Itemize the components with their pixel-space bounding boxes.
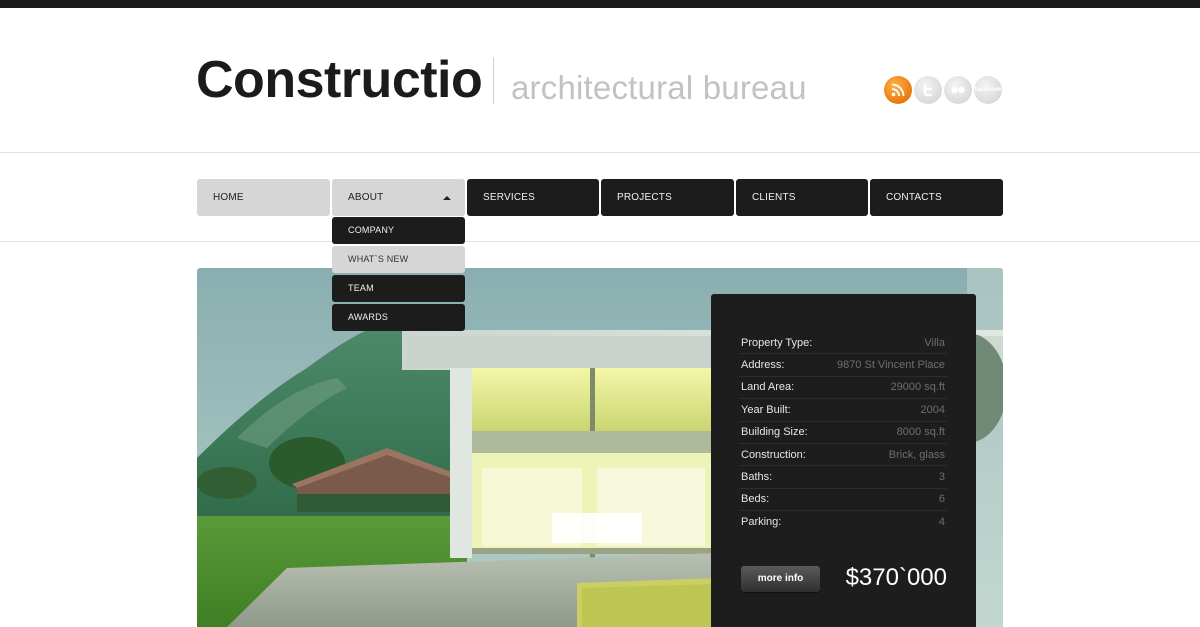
property-info-panel: Property Type: Villa Address: 9870 St Vinc… xyxy=(711,294,976,627)
about-dropdown-menu: COMPANY WHAT`S NEW TEAM AWARDS xyxy=(332,217,465,333)
site-logo[interactable]: Constructio xyxy=(196,50,483,110)
spec-label: Year Built: xyxy=(741,403,791,416)
facebook-label: facebook xyxy=(974,87,1002,93)
spec-value: 3 xyxy=(938,471,945,484)
spec-value: Brick, glass xyxy=(888,448,945,461)
spec-row: Address: 9870 St Vincent Place xyxy=(739,354,947,377)
spec-value: 6 xyxy=(938,493,945,506)
site-tagline: architectural bureau xyxy=(511,69,807,106)
spec-label: Beds: xyxy=(741,493,770,506)
dropdown-item-awards[interactable]: AWARDS xyxy=(332,304,465,331)
nav-home[interactable]: HOME xyxy=(197,179,330,216)
spec-value: 29000 sq.ft xyxy=(890,381,945,394)
nav-clients-label: CLIENTS xyxy=(752,192,796,203)
twitter-icon[interactable] xyxy=(914,76,942,104)
social-links: facebook xyxy=(884,76,1002,104)
top-bar xyxy=(0,0,1200,8)
nav-projects-label: PROJECTS xyxy=(617,192,672,203)
spec-row: Year Built: 2004 xyxy=(739,399,947,422)
rss-icon[interactable] xyxy=(884,76,912,104)
spec-value: 4 xyxy=(938,515,945,528)
dropdown-item-team[interactable]: TEAM xyxy=(332,275,465,302)
property-specs: Property Type: Villa Address: 9870 St Vinc… xyxy=(739,332,947,533)
spec-value: 9870 St Vincent Place xyxy=(836,359,945,372)
nav-clients[interactable]: CLIENTS xyxy=(736,179,868,216)
spec-label: Construction: xyxy=(741,448,806,461)
property-price: $370`000 xyxy=(845,564,947,591)
spec-label: Baths: xyxy=(741,471,773,484)
spec-row: Beds: 6 xyxy=(739,489,947,512)
nav-services[interactable]: SERVICES xyxy=(467,179,599,216)
spec-row: Parking: 4 xyxy=(739,511,947,532)
spec-row: Construction: Brick, glass xyxy=(739,444,947,467)
flickr-icon[interactable] xyxy=(944,76,972,104)
spec-label: Building Size: xyxy=(741,426,808,439)
spec-label: Property Type: xyxy=(741,336,813,349)
logo-divider xyxy=(493,57,494,104)
spec-row: Land Area: 29000 sq.ft xyxy=(739,377,947,400)
nav-divider xyxy=(0,241,1200,242)
nav-projects[interactable]: PROJECTS xyxy=(601,179,734,216)
nav-about[interactable]: ABOUT xyxy=(332,179,465,216)
spec-row: Building Size: 8000 sq.ft xyxy=(739,422,947,444)
spec-row: Property Type: Villa xyxy=(739,332,947,355)
nav-contacts[interactable]: CONTACTS xyxy=(870,179,1003,216)
more-info-button[interactable]: more info xyxy=(741,566,820,592)
nav-contacts-label: CONTACTS xyxy=(886,192,942,203)
facebook-icon[interactable]: facebook xyxy=(974,76,1002,104)
nav-about-label: ABOUT xyxy=(348,192,384,203)
spec-value: Villa xyxy=(924,336,945,349)
dropdown-item-company[interactable]: COMPANY xyxy=(332,217,465,244)
dropdown-item-whats-new[interactable]: WHAT`S NEW xyxy=(332,246,465,273)
spec-label: Address: xyxy=(741,359,785,372)
spec-value: 2004 xyxy=(920,403,945,416)
spec-label: Parking: xyxy=(741,515,782,528)
spec-value: 8000 sq.ft xyxy=(896,426,945,439)
header-divider xyxy=(0,152,1200,153)
nav-home-label: HOME xyxy=(213,192,244,203)
spec-row: Baths: 3 xyxy=(739,466,947,489)
caret-up-icon xyxy=(443,196,451,200)
nav-services-label: SERVICES xyxy=(483,192,535,203)
spec-label: Land Area: xyxy=(741,381,795,394)
